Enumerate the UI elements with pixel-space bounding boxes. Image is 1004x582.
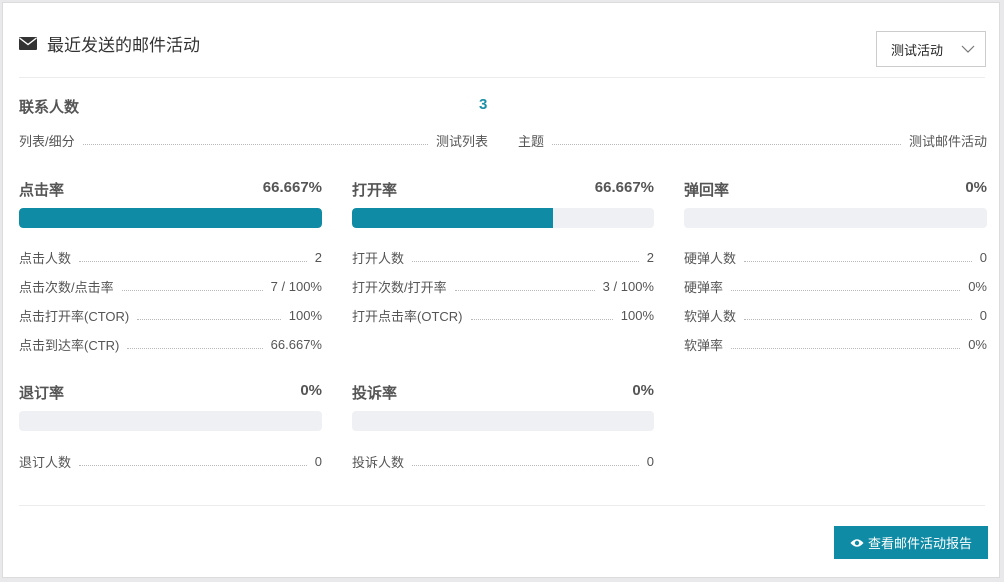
stat-row: 打开次数/打开率 3 / 100% [352, 277, 654, 296]
stat-row-label: 点击次数/点击率 [19, 280, 114, 295]
stat-row-label: 硬弹人数 [684, 251, 737, 266]
stat-row-label: 硬弹率 [684, 280, 724, 295]
stat-row-value: 0 [979, 250, 987, 265]
campaign-card: 最近发送的邮件活动 测试活动 联系人数 3 列表/细分 测试列表 主题 测试邮件… [2, 2, 1000, 578]
stat-row-value: 0 [646, 454, 654, 469]
list-row: 列表/细分 测试列表 [19, 131, 488, 150]
complaint-rate-title: 投诉率 [352, 385, 398, 402]
stat-row-label: 退订人数 [19, 455, 72, 470]
card-header: 最近发送的邮件活动 [19, 31, 200, 56]
dot-leader [744, 261, 972, 262]
stat-row-label: 点击打开率(CTOR) [19, 309, 130, 324]
campaign-select-value: 测试活动 [891, 42, 944, 58]
stat-row: 硬弹率 0% [684, 277, 987, 296]
stat-row: 点击人数 2 [19, 248, 322, 267]
eye-icon [850, 538, 864, 547]
complaint-rate-pct: 0% [632, 382, 654, 399]
stat-row-value: 66.667% [270, 337, 322, 352]
card-title: 最近发送的邮件活动 [47, 36, 200, 55]
dot-leader [82, 144, 428, 145]
stat-row: 点击次数/点击率 7 / 100% [19, 277, 322, 296]
open-rate-title: 打开率 [352, 182, 398, 199]
dot-leader [137, 319, 281, 320]
open-rate-bar [352, 208, 654, 228]
envelope-icon [19, 37, 37, 50]
stat-row-label: 软弹人数 [684, 309, 737, 324]
stat-row: 退订人数 0 [19, 452, 322, 471]
header-divider [19, 77, 985, 78]
stat-row: 软弹人数 0 [684, 306, 987, 325]
open-rate-bar-fill [352, 208, 554, 228]
list-value: 测试列表 [435, 134, 488, 149]
stat-row-value: 7 / 100% [270, 279, 322, 294]
unsubscribe-rate-pct: 0% [300, 382, 322, 399]
stat-row-value: 0 [314, 454, 322, 469]
dot-leader [79, 465, 307, 466]
stat-row-value: 2 [314, 250, 322, 265]
dot-leader [412, 465, 639, 466]
subject-value: 测试邮件活动 [908, 134, 987, 149]
stat-row-label: 点击到达率(CTR) [19, 338, 120, 353]
stat-row: 硬弹人数 0 [684, 248, 987, 267]
click-rate-title: 点击率 [19, 182, 65, 199]
unsubscribe-rate-title: 退订率 [19, 385, 65, 402]
dot-leader [731, 290, 961, 291]
view-report-button[interactable]: 查看邮件活动报告 [834, 526, 988, 559]
dot-leader [731, 348, 961, 349]
stat-row-value: 0% [968, 337, 987, 352]
view-report-label: 查看邮件活动报告 [867, 536, 972, 551]
dot-leader [127, 348, 263, 349]
stat-row-value: 0 [979, 308, 987, 323]
stat-row-value: 0% [968, 279, 987, 294]
stat-row-label: 点击人数 [19, 251, 72, 266]
stat-row: 投诉人数 0 [352, 452, 654, 471]
stat-row-label: 软弹率 [684, 338, 724, 353]
stat-row-label: 投诉人数 [352, 455, 405, 470]
subject-label: 主题 [518, 134, 545, 149]
bounce-rate-bar [684, 208, 987, 228]
dot-leader [121, 290, 263, 291]
bounce-rate-pct: 0% [965, 179, 987, 196]
bounce-rate-title: 弹回率 [684, 182, 730, 199]
stat-row: 软弹率 0% [684, 335, 987, 354]
stat-row-label: 打开人数 [352, 251, 405, 266]
list-label: 列表/细分 [19, 134, 75, 149]
stat-row-value: 2 [646, 250, 654, 265]
stat-row-value: 3 / 100% [602, 279, 654, 294]
footer-divider [19, 505, 985, 506]
stat-row-value: 100% [288, 308, 322, 323]
click-rate-pct: 66.667% [262, 179, 322, 196]
dot-leader [412, 261, 639, 262]
stat-row: 点击打开率(CTOR) 100% [19, 306, 322, 325]
contacts-value: 3 [479, 96, 488, 113]
dot-leader [470, 319, 613, 320]
unsubscribe-rate-bar [19, 411, 322, 431]
complaint-rate-bar [352, 411, 654, 431]
campaign-select[interactable]: 测试活动 [876, 31, 986, 67]
stat-row: 打开人数 2 [352, 248, 654, 267]
stat-row-label: 打开点击率(OTCR) [352, 309, 463, 324]
click-rate-bar [19, 208, 322, 228]
stat-row-label: 打开次数/打开率 [352, 280, 447, 295]
stat-row: 点击到达率(CTR) 66.667% [19, 335, 322, 354]
dot-leader [79, 261, 307, 262]
stat-row-value: 100% [620, 308, 654, 323]
dot-leader [744, 319, 972, 320]
contacts-label: 联系人数 [19, 99, 80, 116]
click-rate-bar-fill [19, 208, 322, 228]
stat-row: 打开点击率(OTCR) 100% [352, 306, 654, 325]
dot-leader [454, 290, 595, 291]
chevron-down-icon [961, 45, 975, 53]
open-rate-pct: 66.667% [594, 179, 654, 196]
subject-row: 主题 测试邮件活动 [518, 131, 987, 150]
dot-leader [552, 144, 901, 145]
